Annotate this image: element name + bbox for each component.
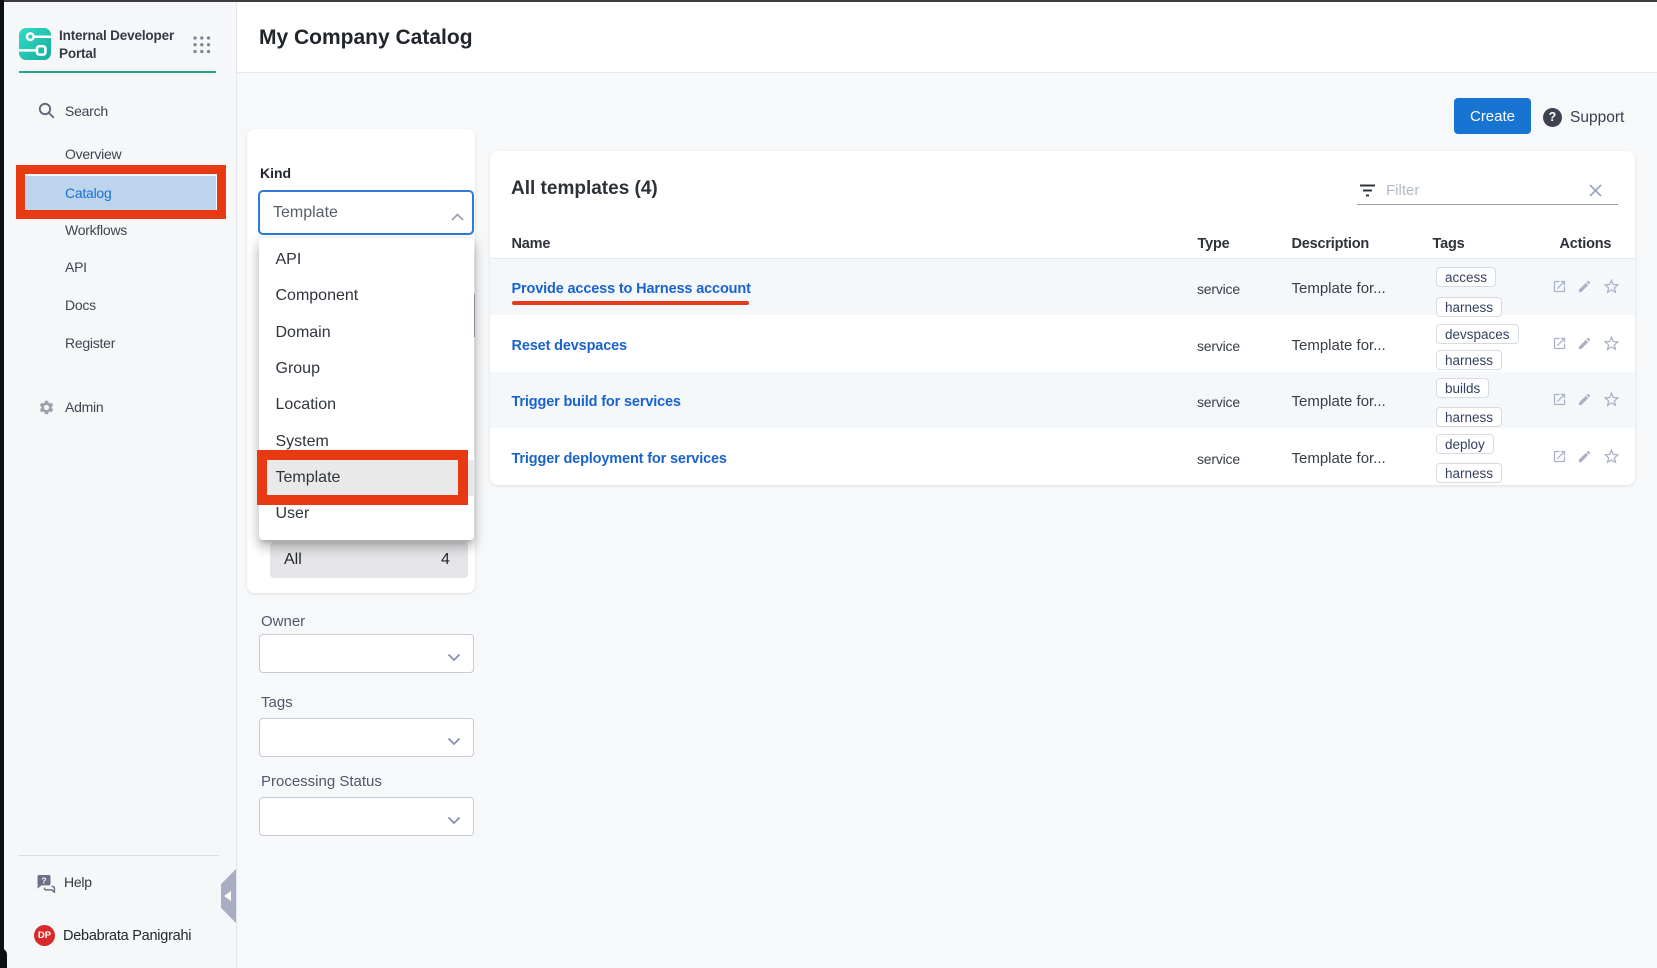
svg-text:?: ? [41,876,46,886]
